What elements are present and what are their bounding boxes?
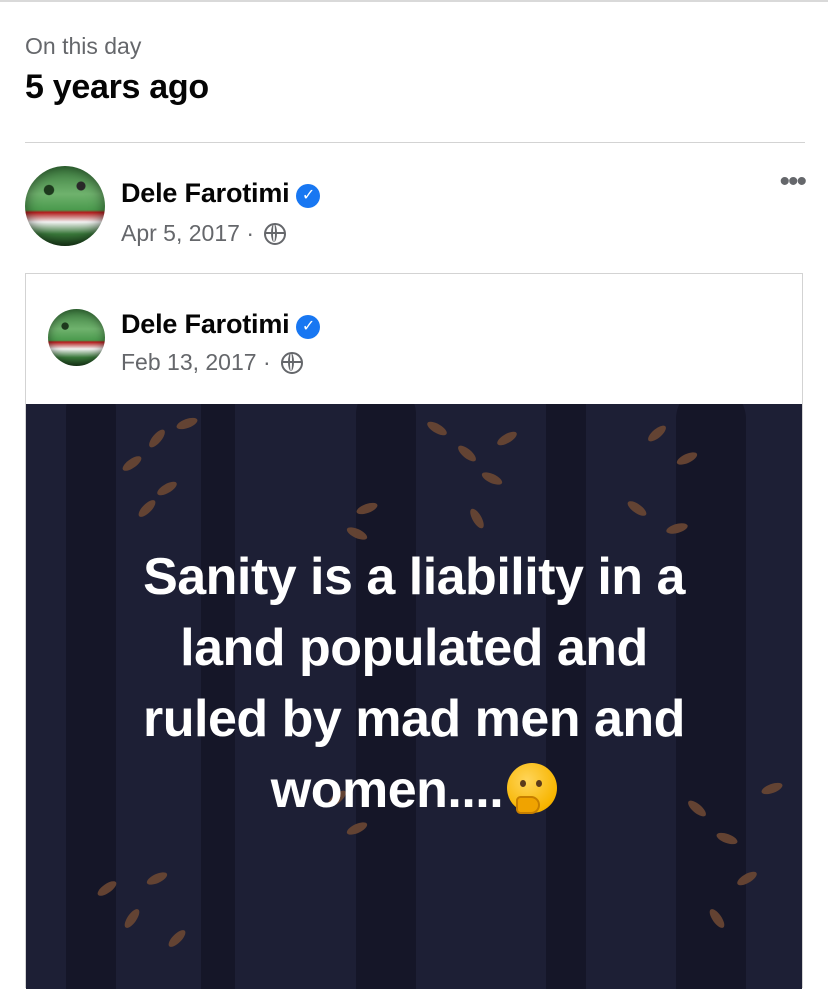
globe-icon <box>281 352 304 374</box>
leaf-decoration <box>467 506 487 531</box>
leaf-decoration <box>495 429 519 448</box>
memory-title: 5 years ago <box>25 68 209 106</box>
quote-line-last: women.... <box>26 755 802 826</box>
quote-line: Sanity is a liability in a <box>143 548 685 606</box>
meta-separator: · <box>246 220 254 246</box>
quote-line: land populated and <box>180 619 648 677</box>
post-date[interactable]: Apr 5, 2017 <box>121 220 240 246</box>
post-author[interactable]: Dele Farotimi ✓ <box>121 178 321 209</box>
leaf-decoration <box>175 415 199 432</box>
quote-line: women.... <box>270 761 504 819</box>
divider <box>25 142 805 143</box>
shared-avatar[interactable] <box>48 309 105 366</box>
leaf-decoration <box>145 869 169 888</box>
leaf-decoration <box>645 422 669 445</box>
top-rule <box>0 0 828 2</box>
leaf-decoration <box>146 427 168 450</box>
shared-post-header: Dele Farotimi ✓ Feb 13, 2017 · <box>26 274 802 404</box>
verified-badge-icon: ✓ <box>296 315 321 339</box>
leaf-decoration <box>625 498 649 519</box>
leaf-decoration <box>136 497 158 520</box>
meta-separator: · <box>262 349 271 375</box>
leaf-decoration <box>155 479 179 498</box>
memory-header: On this day 5 years ago <box>25 30 209 108</box>
leaf-decoration <box>122 906 142 931</box>
shared-post-author[interactable]: Dele Farotimi ✓ <box>121 309 321 340</box>
leaf-decoration <box>455 442 479 465</box>
shared-post-card[interactable]: Dele Farotimi ✓ Feb 13, 2017 · Sanity is… <box>25 273 803 989</box>
thinking-face-icon <box>507 763 558 814</box>
quote-line: ruled by mad men and <box>143 690 685 748</box>
shared-post-meta: Feb 13, 2017 · <box>121 349 304 376</box>
leaf-decoration <box>425 419 449 438</box>
verified-badge-icon: ✓ <box>296 184 321 208</box>
leaf-decoration <box>120 453 144 474</box>
memory-subtitle: On this day <box>25 33 142 59</box>
quote-background[interactable]: Sanity is a liability in a land populate… <box>26 404 802 989</box>
shared-author-name[interactable]: Dele Farotimi <box>121 309 290 339</box>
post-header: Dele Farotimi ✓ Apr 5, 2017 · ••• <box>25 166 807 250</box>
leaf-decoration <box>480 469 504 488</box>
post-meta: Apr 5, 2017 · <box>121 220 287 247</box>
more-options-button[interactable]: ••• <box>779 167 806 197</box>
shared-post-date[interactable]: Feb 13, 2017 <box>121 349 257 375</box>
leaf-decoration <box>166 927 188 950</box>
post-author-name[interactable]: Dele Farotimi <box>121 178 290 208</box>
globe-icon <box>264 223 287 245</box>
quote-text: Sanity is a liability in a land populate… <box>26 542 802 826</box>
avatar[interactable] <box>25 166 105 246</box>
